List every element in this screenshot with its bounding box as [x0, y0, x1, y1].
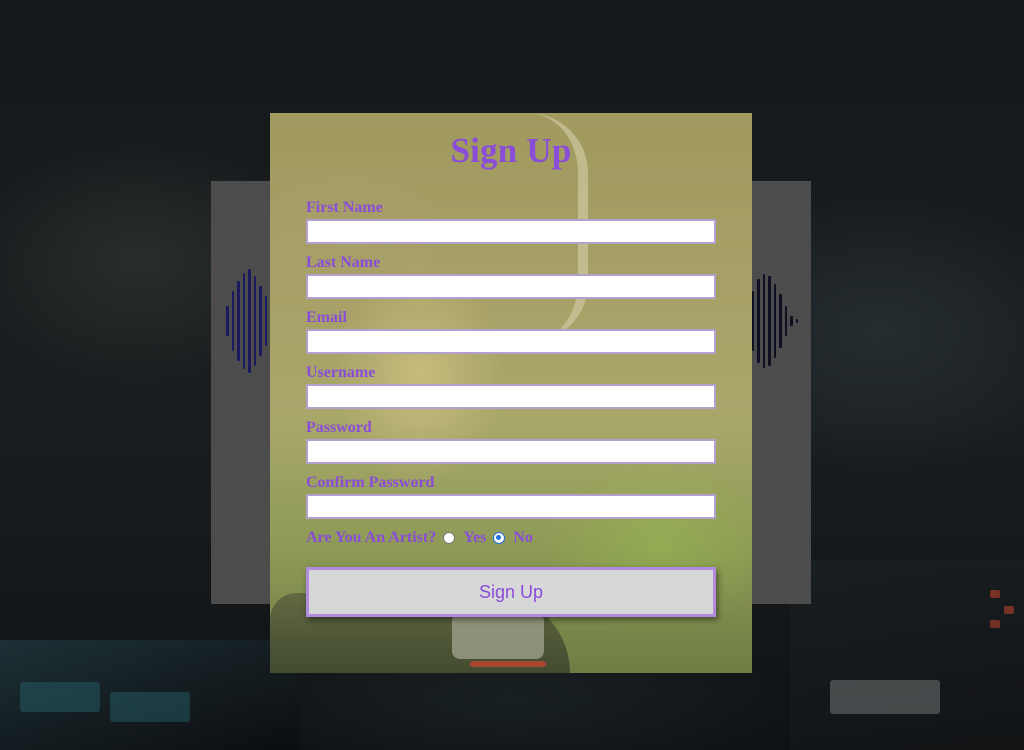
artist-yes-label[interactable]: Yes: [463, 529, 486, 547]
sound-wave-icon: [751, 269, 798, 373]
artist-yes-radio[interactable]: [443, 532, 456, 544]
background-photo-detail: [452, 613, 544, 659]
username-group: Username: [306, 365, 716, 409]
signup-form-card: Sign Up First Name Last Name Email Usern…: [270, 113, 752, 673]
last-name-group: Last Name: [306, 255, 716, 299]
first-name-label: First Name: [306, 199, 383, 216]
password-label: Password: [306, 419, 372, 436]
artist-no-label[interactable]: No: [513, 529, 533, 547]
background-photo-detail: [470, 661, 546, 667]
username-label: Username: [306, 364, 376, 381]
last-name-input[interactable]: [306, 274, 716, 299]
username-input[interactable]: [306, 384, 716, 409]
email-group: Email: [306, 310, 716, 354]
last-name-label: Last Name: [306, 254, 381, 271]
email-input[interactable]: [306, 329, 716, 354]
confirm-password-group: Confirm Password: [306, 475, 716, 519]
sign-up-button[interactable]: Sign Up: [306, 567, 716, 617]
mixing-console-image: [0, 640, 300, 750]
artist-question-label: Are You An Artist?: [306, 529, 437, 546]
audio-equipment-image: [790, 560, 1024, 750]
confirm-password-input[interactable]: [306, 494, 716, 519]
password-group: Password: [306, 420, 716, 464]
first-name-group: First Name: [306, 200, 716, 244]
password-input[interactable]: [306, 439, 716, 464]
artist-no-radio[interactable]: [493, 532, 506, 544]
artist-question-row: Are You An Artist? Yes No: [306, 528, 533, 548]
first-name-input[interactable]: [306, 219, 716, 244]
email-label: Email: [306, 309, 347, 326]
form-title: Sign Up: [450, 131, 572, 170]
confirm-password-label: Confirm Password: [306, 474, 435, 491]
